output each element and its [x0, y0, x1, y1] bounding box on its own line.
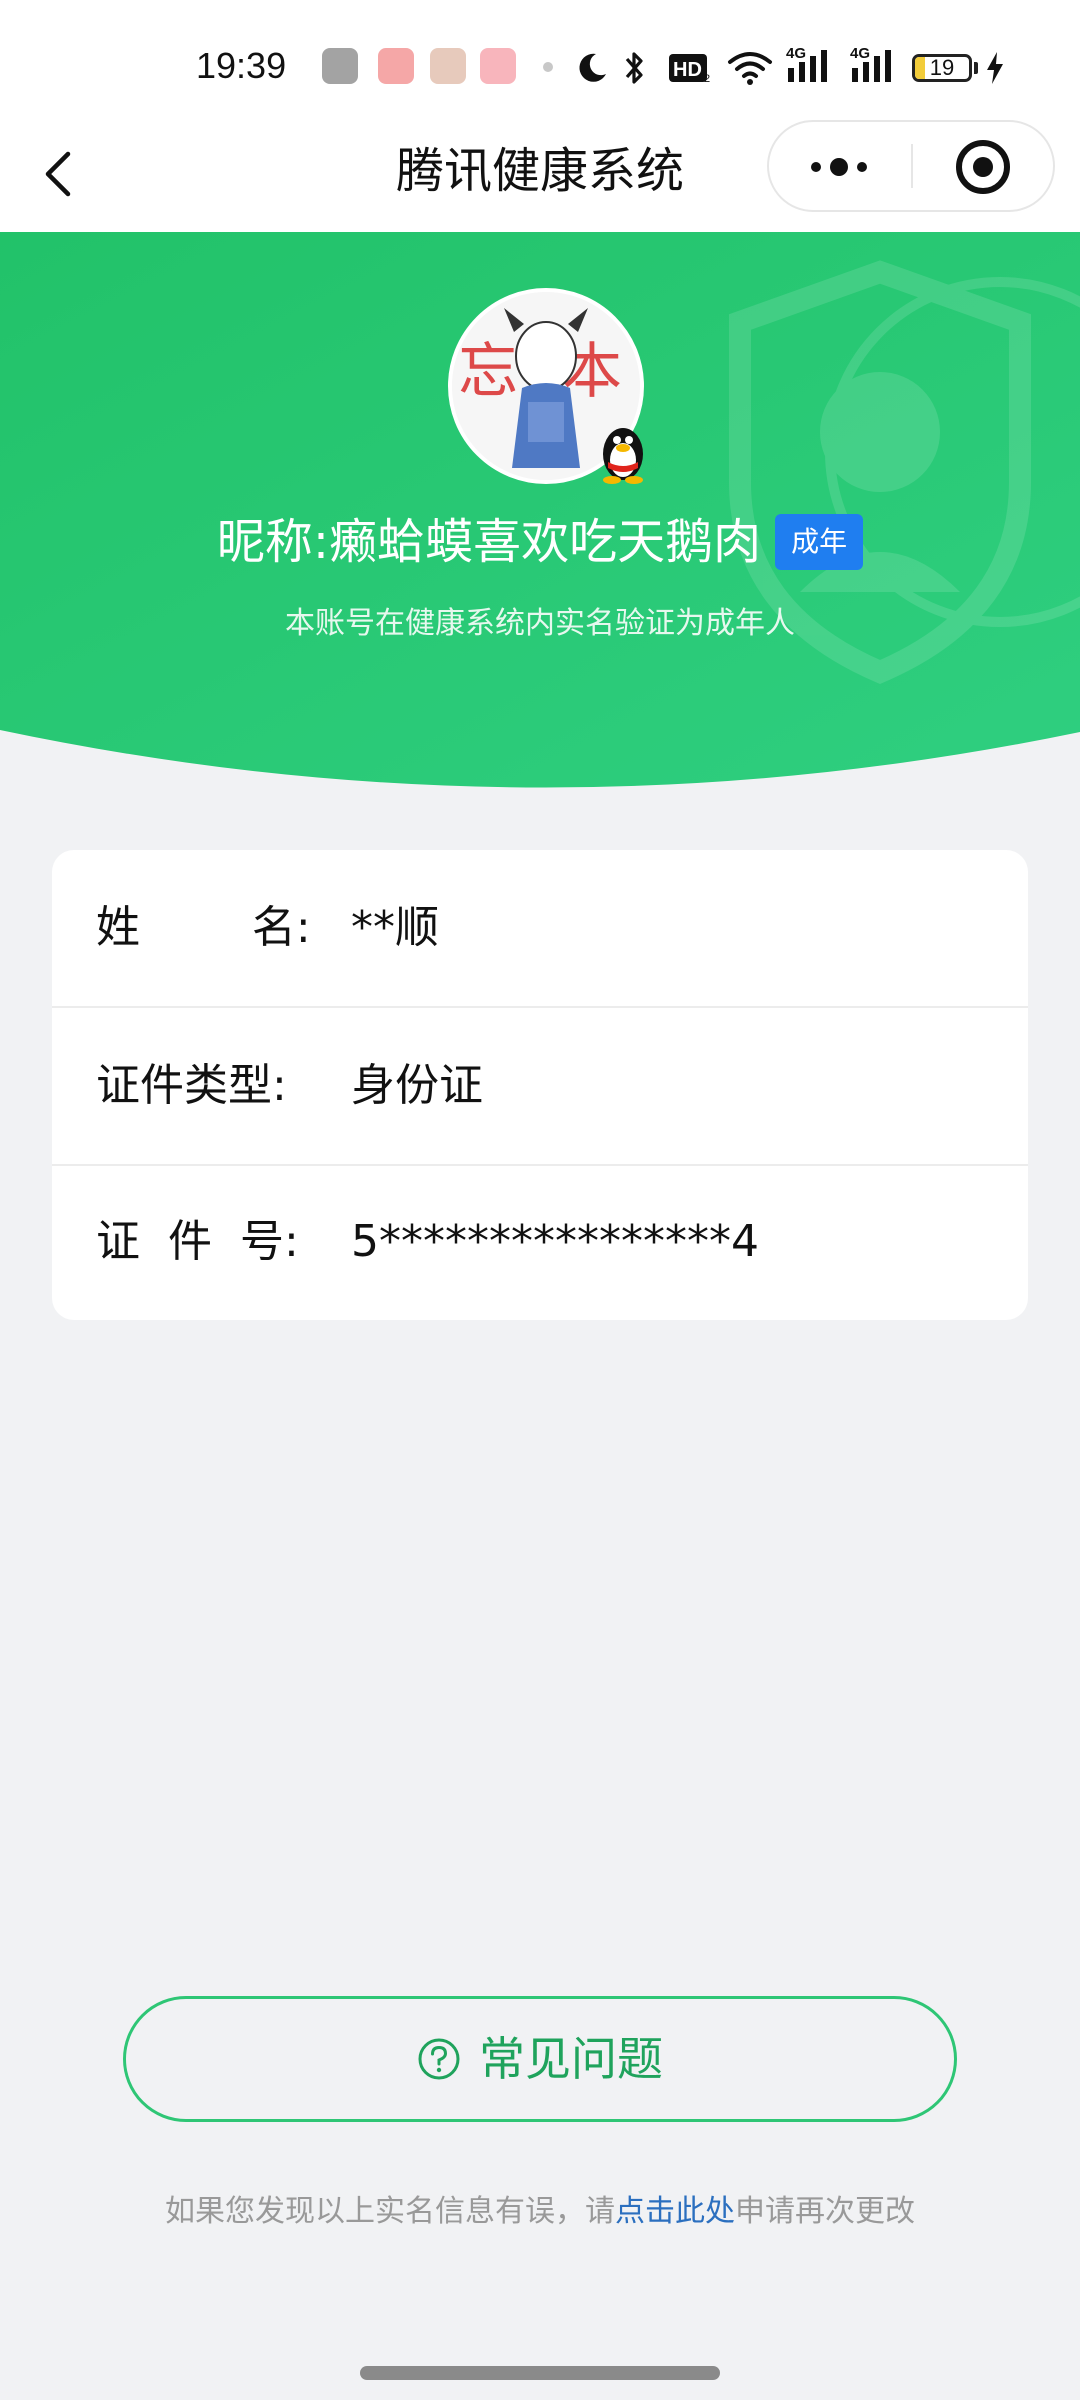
- svg-text:2: 2: [704, 73, 710, 84]
- correction-note-suffix: 申请再次更改: [735, 2194, 915, 2229]
- qq-penguin-icon: [603, 428, 643, 484]
- identity-info-card: 姓 名: **顺 证件类型: 身份证 证 件 号: 5*************…: [52, 850, 1028, 1320]
- svg-text:忘: 忘: [458, 337, 518, 407]
- bilibili-icon: [430, 48, 466, 84]
- more-dots-icon: [811, 158, 867, 176]
- close-program-button[interactable]: [915, 122, 1053, 210]
- faq-button-content: 常见问题: [126, 1999, 954, 2119]
- wifi-icon: [728, 52, 772, 85]
- nav-bar: 腾讯健康系统: [0, 120, 1080, 232]
- age-badge: 成年: [775, 514, 864, 570]
- info-row-id-number: 证 件 号: 5****************4: [52, 1164, 1028, 1320]
- battery-level: 19: [929, 55, 955, 80]
- battery-tip: [974, 62, 978, 74]
- name-value: **顺: [351, 902, 439, 953]
- verification-note: 本账号在健康系统内实名验证为成年人: [285, 606, 795, 641]
- battery-level-fill: [915, 57, 926, 79]
- target-circle-icon: [956, 140, 1010, 194]
- info-row-id-type: 证件类型: 身份证: [52, 1008, 1028, 1166]
- douyin-icon: [322, 48, 358, 84]
- name-label: 姓 名:: [96, 902, 311, 953]
- profile-banner: 忘 本 昵称: 癞蛤蟆喜欢吃天鹅肉 成年 本账号在健康系统内实名验证为成年人: [0, 232, 1080, 792]
- bluetooth-icon: [625, 52, 643, 84]
- correction-note: 如果您发现以上实名信息有误，请点击此处申请再次更改: [0, 2192, 1080, 2232]
- faq-button[interactable]: 常见问题: [123, 1996, 957, 2122]
- id-type-value: 身份证: [351, 1060, 483, 1111]
- status-bar: 19:39 HD 2 4G 4G 19: [0, 0, 1080, 120]
- charging-icon: [987, 52, 1003, 84]
- id-number-value: 5****************4: [351, 1216, 759, 1267]
- correction-note-prefix: 如果您发现以上实名信息有误，请: [165, 2194, 615, 2229]
- id-type-label: 证件类型:: [96, 1060, 287, 1111]
- mini-program-capsule: [767, 120, 1055, 212]
- nickname-row: 昵称: 癞蛤蟆喜欢吃天鹅肉 成年: [0, 504, 1080, 580]
- moon-icon: [579, 53, 606, 82]
- home-indicator[interactable]: [360, 2366, 720, 2380]
- correction-link[interactable]: 点击此处: [615, 2194, 735, 2229]
- signal-4g-icon: 4G: [786, 45, 827, 82]
- status-time: 19:39: [196, 45, 287, 86]
- svg-text:4G: 4G: [786, 45, 806, 62]
- svg-text:4G: 4G: [850, 45, 870, 62]
- hd-icon: HD 2: [669, 54, 710, 84]
- svg-text:HD: HD: [673, 59, 702, 81]
- video-icon: [480, 48, 516, 84]
- info-row-name: 姓 名: **顺: [52, 850, 1028, 1008]
- more-button[interactable]: [769, 122, 909, 210]
- toutiao-icon: [378, 48, 414, 84]
- signal-4g-icon: 4G: [850, 45, 891, 82]
- status-dot: [543, 62, 553, 72]
- help-circle-icon: [418, 2038, 460, 2080]
- faq-label: 常见问题: [479, 2032, 663, 2086]
- nickname-prefix: 昵称:: [216, 514, 330, 570]
- nickname: 癞蛤蟆喜欢吃天鹅肉: [329, 514, 762, 570]
- battery-icon: 19: [912, 54, 972, 82]
- capsule-divider: [911, 144, 913, 188]
- id-number-label: 证 件 号:: [96, 1216, 299, 1267]
